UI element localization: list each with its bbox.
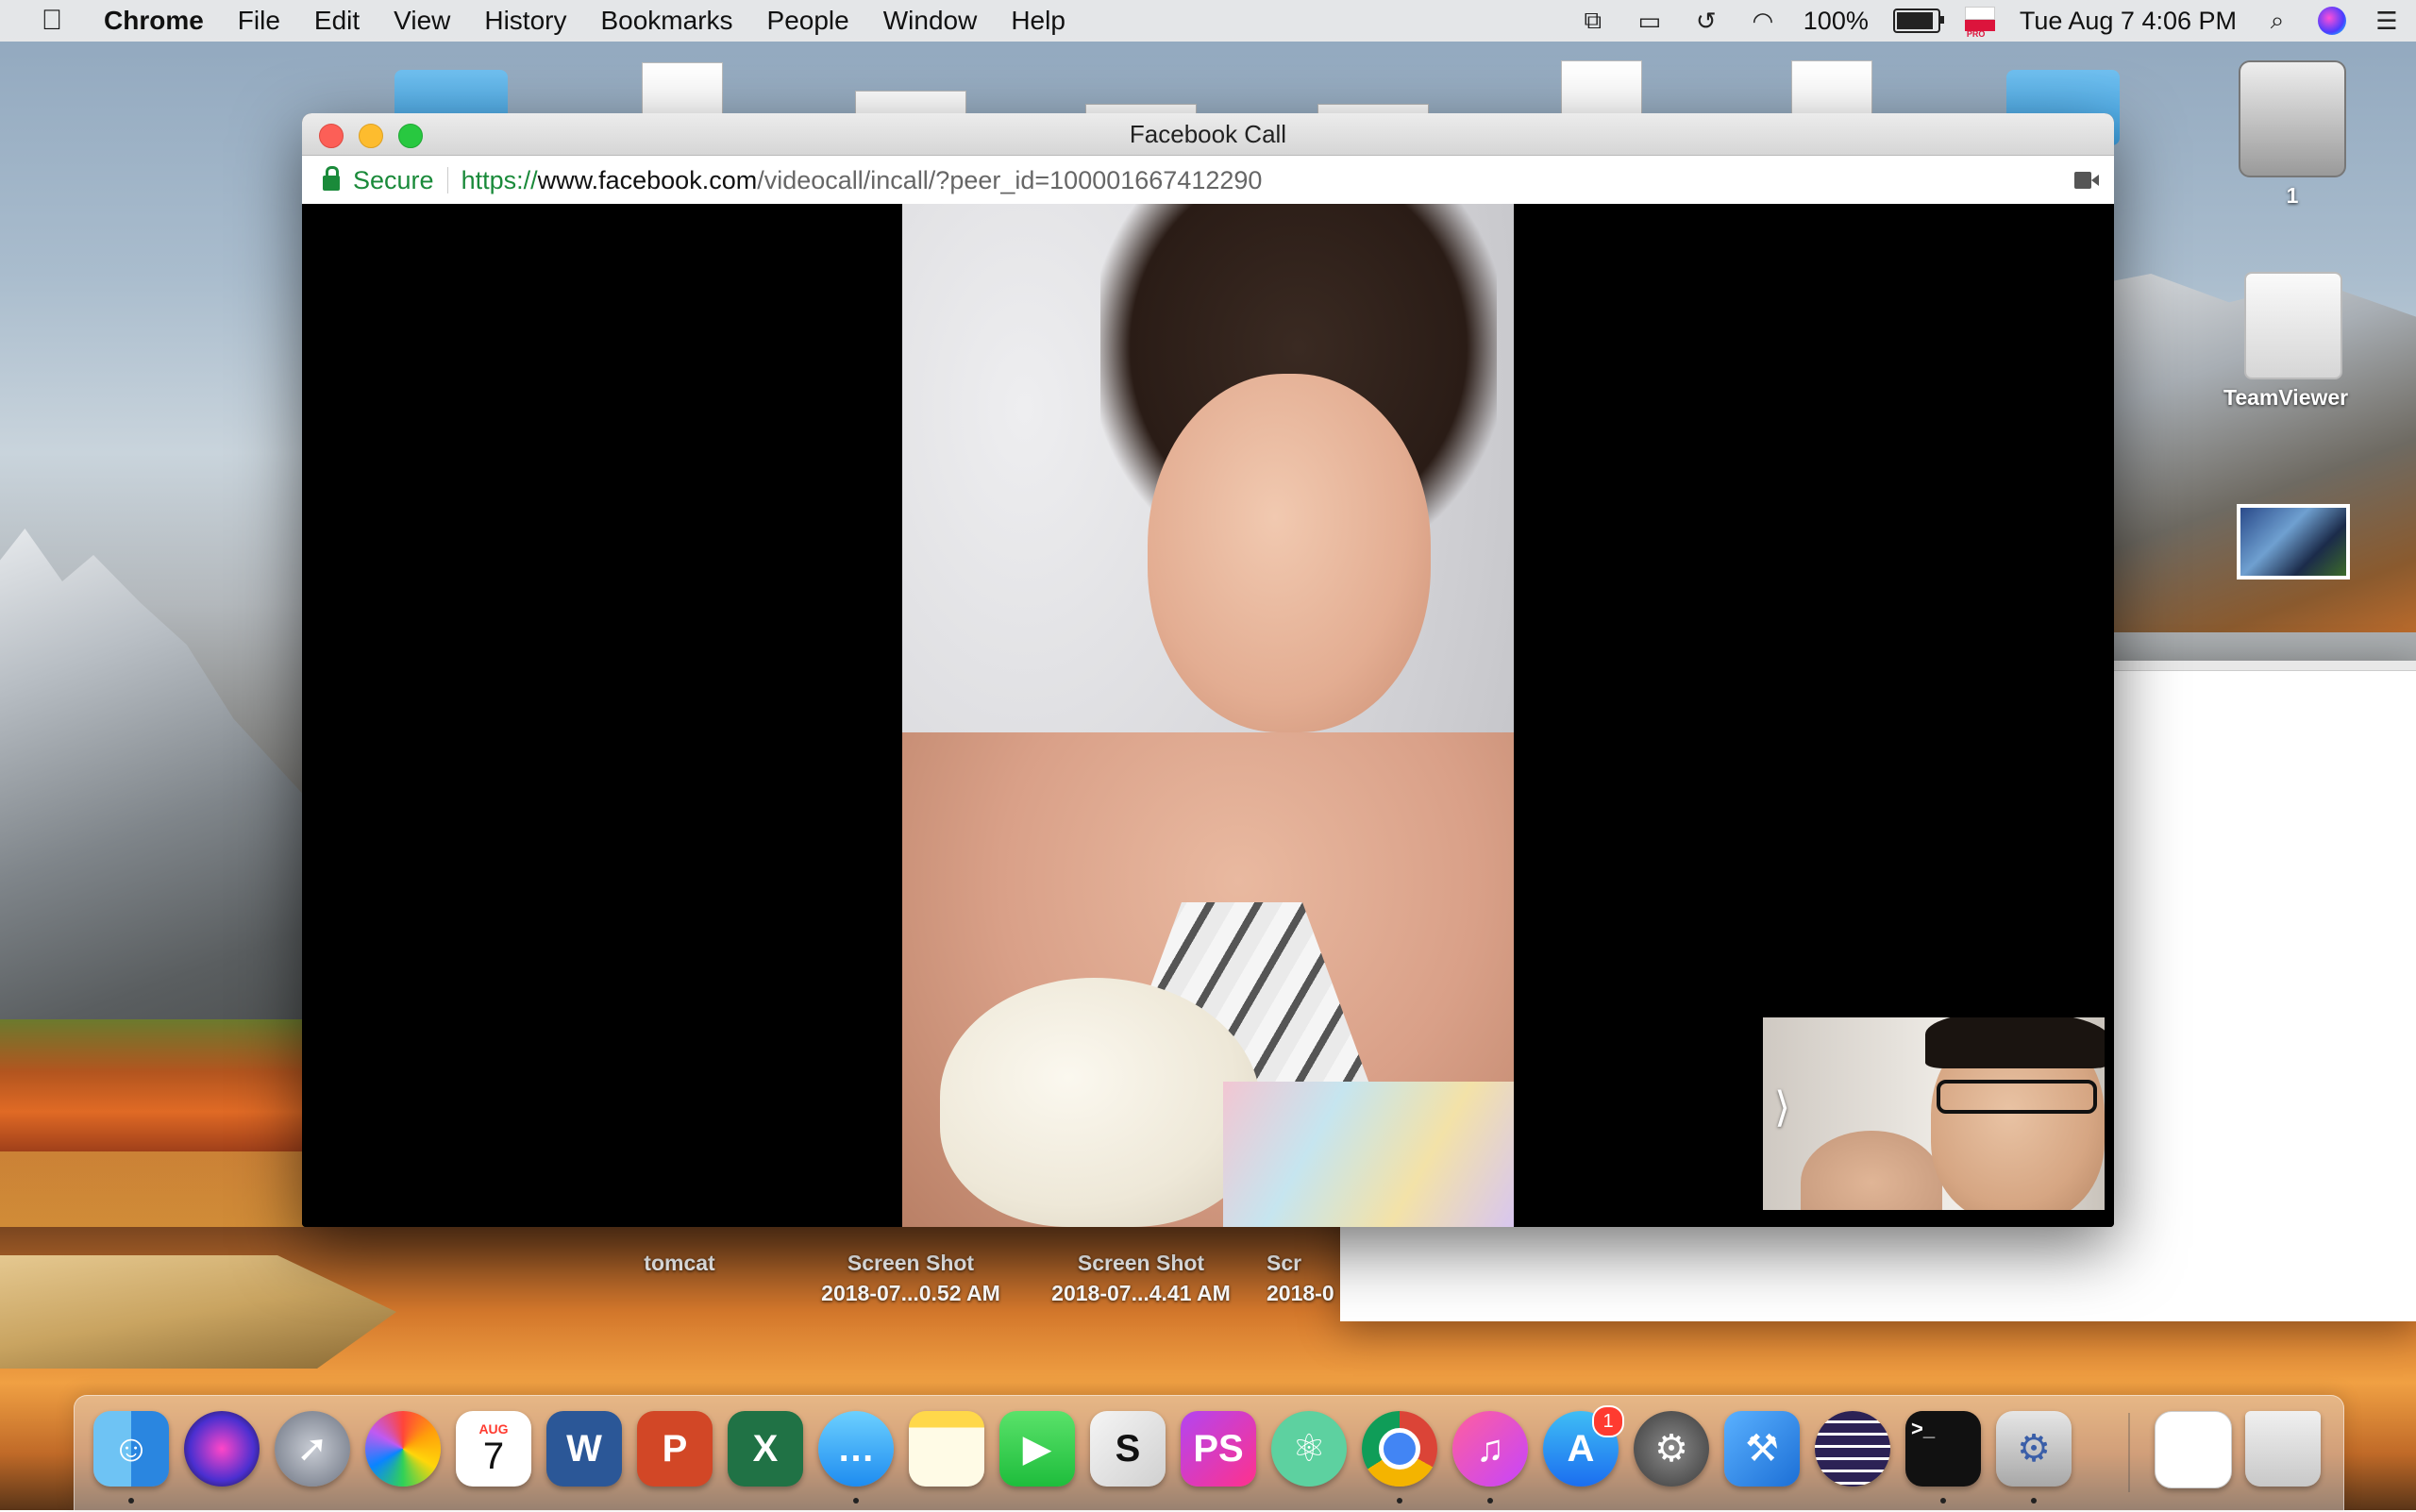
url-path[interactable]: /videocall/incall/?peer_id=1000016674122… (757, 166, 1262, 195)
desktop-hard-drive-icon[interactable]: 1 (2239, 60, 2346, 209)
expand-chevron-icon[interactable]: ⟩ (1774, 1084, 1790, 1132)
file-name: tomcat (644, 1251, 715, 1275)
airplay-icon[interactable]: ▭ (1634, 7, 1666, 35)
running-indicator (128, 1498, 134, 1504)
secure-label[interactable]: Secure (353, 166, 434, 195)
powerpoint-icon[interactable]: P (637, 1411, 713, 1487)
url-scheme[interactable]: https:// (461, 166, 538, 195)
input-source-label: PRO (1966, 29, 1986, 39)
menu-people[interactable]: People (750, 6, 866, 36)
dock-divider (2128, 1413, 2130, 1492)
address-divider (446, 167, 448, 193)
eclipse-icon[interactable] (1815, 1411, 1890, 1487)
atom-icon[interactable]: ⚛ (1271, 1411, 1347, 1487)
app-menu[interactable]: Chrome (104, 6, 221, 36)
time-machine-icon[interactable]: ↺ (1690, 7, 1722, 35)
hard-drive-label: 1 (2286, 183, 2299, 208)
trash-icon[interactable] (2245, 1411, 2321, 1487)
video-call-area[interactable]: ⟩ (302, 204, 2114, 1227)
maximize-button[interactable] (398, 124, 423, 148)
close-button[interactable] (319, 124, 344, 148)
file-detail: 2018-07...0.52 AM (821, 1281, 1000, 1305)
self-view-video[interactable]: ⟩ (1763, 1017, 2105, 1210)
desktop-file-screenshot[interactable]: Scr 2018-0 (1267, 1248, 1342, 1308)
launchpad-icon[interactable]: ➚ (275, 1411, 350, 1487)
url-host[interactable]: www.facebook.com (538, 166, 758, 195)
status-menus: ⧉ ▭ ↺ ◠ 100% PRO Tue Aug 7 4:06 PM ⌕ ☰ (1577, 0, 2403, 42)
menu-help[interactable]: Help (994, 6, 1082, 36)
window-titlebar[interactable]: Facebook Call (302, 113, 2114, 156)
menu-window[interactable]: Window (866, 6, 995, 36)
file-name: Screen Shot (1077, 1251, 1205, 1275)
menu-file[interactable]: File (221, 6, 297, 36)
facebook-call-window[interactable]: Facebook Call Secure https://www.faceboo… (302, 113, 2114, 1227)
calendar-icon[interactable]: AUG 7 (456, 1411, 531, 1487)
facetime-icon[interactable]: ▶ (999, 1411, 1075, 1487)
notification-center-icon[interactable]: ☰ (2371, 7, 2403, 35)
input-source-flag-icon[interactable]: PRO (1964, 7, 1995, 39)
messages-icon[interactable]: … (818, 1411, 894, 1487)
file-detail: 2018-07...4.41 AM (1051, 1281, 1231, 1305)
settings-gear-icon[interactable]: ⚙ (1996, 1411, 2072, 1487)
notes-icon[interactable] (909, 1411, 984, 1487)
camera-icon[interactable] (2074, 172, 2099, 189)
itunes-icon[interactable]: ♫ (1452, 1411, 1528, 1487)
siri-dock-icon[interactable] (184, 1411, 260, 1487)
apple-menu-icon[interactable]:  (0, 5, 104, 37)
excel-icon[interactable]: X (728, 1411, 803, 1487)
menu-view[interactable]: View (377, 6, 467, 36)
file-name: Scr (1267, 1251, 1302, 1275)
address-bar[interactable]: Secure https://www.facebook.com/videocal… (302, 156, 2114, 206)
finder-icon[interactable]: ☺ (93, 1411, 169, 1487)
remote-participant-video (902, 204, 1514, 1227)
wallpaper-autumn-trees (0, 1019, 311, 1151)
desktop-file-screenshot[interactable]: Screen Shot 2018-07...4.41 AM (1032, 1248, 1250, 1308)
battery-icon[interactable] (1892, 8, 1944, 33)
siri-icon[interactable] (2318, 7, 2346, 35)
desktop-file-screenshot[interactable]: Screen Shot 2018-07...0.52 AM (802, 1248, 1019, 1308)
teamviewer-label: TeamViewer (2223, 385, 2349, 410)
file-name: Screen Shot (847, 1251, 975, 1275)
running-indicator (2031, 1498, 2037, 1504)
downloads-stack-icon[interactable] (2155, 1411, 2232, 1488)
wallpaper-mountain-left (0, 529, 311, 1057)
window-controls (319, 124, 423, 148)
lock-icon[interactable] (323, 166, 340, 191)
menu-edit[interactable]: Edit (297, 6, 377, 36)
wifi-icon[interactable]: ◠ (1747, 7, 1779, 35)
xcode-icon[interactable]: ⚒ (1724, 1411, 1800, 1487)
slack-like-icon[interactable]: S (1090, 1411, 1166, 1487)
screen-mirror-icon[interactable]: ⧉ (1577, 6, 1609, 35)
running-indicator (1487, 1498, 1493, 1504)
menu-bookmarks[interactable]: Bookmarks (583, 6, 749, 36)
calendar-month: AUG (478, 1421, 509, 1436)
spotlight-search-icon[interactable]: ⌕ (2261, 6, 2293, 35)
calendar-day: 7 (482, 1436, 505, 1477)
app-store-badge: 1 (1592, 1405, 1624, 1437)
menu-clock[interactable]: Tue Aug 7 4:06 PM (2020, 7, 2237, 36)
menu-history[interactable]: History (467, 6, 583, 36)
dock: ☺ ➚ AUG 7 W P X … ▶ S PS ⚛ ♫ A1 ⚙ ⚒ >_ ⚙ (74, 1395, 2344, 1512)
photos-icon[interactable] (365, 1411, 441, 1487)
word-icon[interactable]: W (546, 1411, 622, 1487)
running-indicator (853, 1498, 859, 1504)
desktop-file-tomcat[interactable]: tomcat (642, 1248, 717, 1278)
app-store-icon[interactable]: A1 (1543, 1405, 1624, 1487)
desktop-teamviewer-drive-icon[interactable]: TeamViewer (2223, 272, 2348, 411)
window-title: Facebook Call (1129, 119, 1287, 148)
system-preferences-icon[interactable]: ⚙ (1634, 1411, 1709, 1487)
desktop-photo-icon[interactable] (2237, 504, 2350, 580)
terminal-icon[interactable]: >_ (1905, 1411, 1981, 1487)
battery-percent[interactable]: 100% (1804, 7, 1869, 36)
running-indicator (1940, 1498, 1946, 1504)
running-indicator (1397, 1498, 1402, 1504)
minimize-button[interactable] (359, 124, 383, 148)
phpstorm-icon[interactable]: PS (1181, 1411, 1256, 1487)
menu-bar:  Chrome File Edit View History Bookmark… (0, 0, 2416, 42)
file-detail: 2018-0 (1267, 1281, 1334, 1305)
chrome-icon[interactable] (1362, 1411, 1437, 1487)
